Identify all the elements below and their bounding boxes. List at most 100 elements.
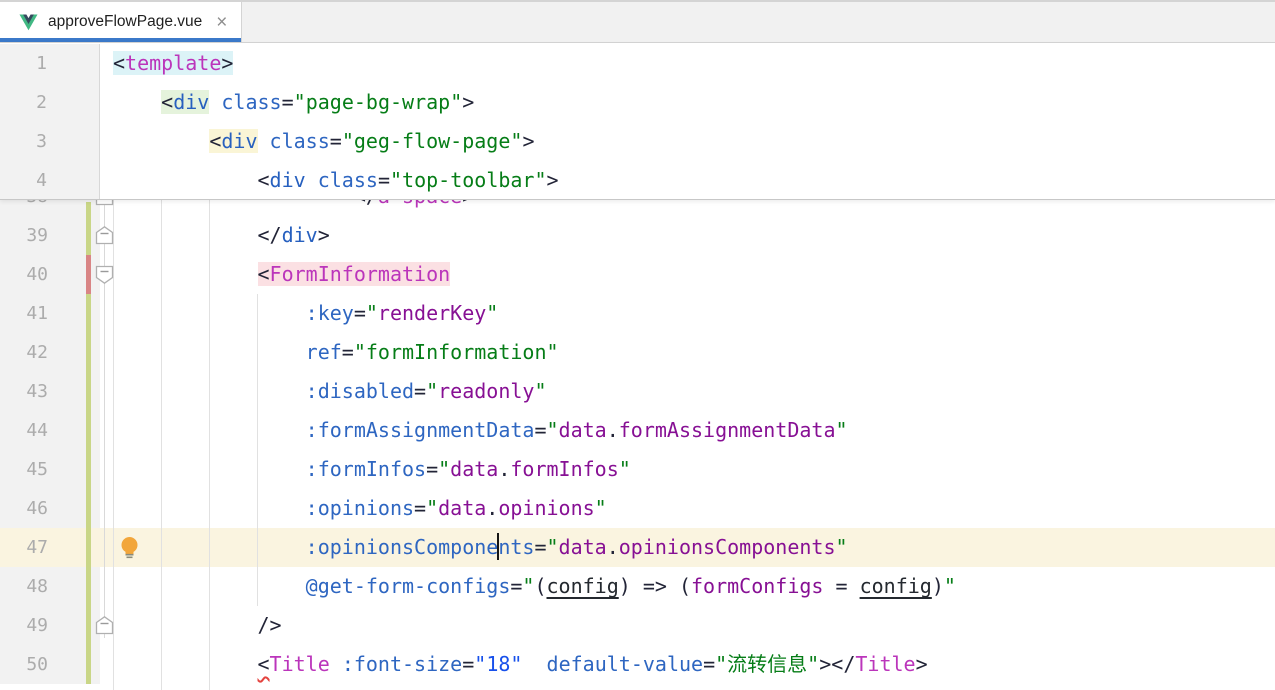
line-number[interactable]: 39	[26, 225, 48, 246]
code-token: =	[534, 535, 546, 559]
code-token: "top-toolbar"	[390, 168, 547, 192]
code-token: "	[534, 379, 546, 403]
line-number[interactable]: 49	[26, 615, 48, 636]
code-token: =	[823, 574, 859, 598]
code-text[interactable]: :key="renderKey"	[100, 294, 1275, 333]
code-token: >	[522, 129, 534, 153]
code-text[interactable]: ref="formInformation"	[100, 333, 1275, 372]
line-number[interactable]: 2	[36, 92, 47, 113]
sticky-lines-panel: 1<template>2 <div class="page-bg-wrap">3…	[0, 43, 1275, 200]
code-token: <	[258, 262, 270, 286]
code-token: :formInfos	[306, 457, 426, 481]
code-line-50: 50 <Title :font-size="18" default-value=…	[0, 645, 1275, 684]
code-token: >	[462, 90, 474, 114]
code-token	[113, 262, 258, 286]
code-token: :opinionsCompone	[306, 535, 499, 559]
code-token: @get-form-configs	[306, 574, 511, 598]
code-token: <	[113, 51, 125, 75]
editor-area[interactable]: 38 </a-space>39 </div>40 <FormInformatio…	[0, 43, 1275, 690]
line-number[interactable]: 4	[36, 170, 47, 191]
code-token: class	[270, 129, 330, 153]
vue-logo-icon	[19, 14, 38, 31]
code-text[interactable]: <template>	[100, 44, 1275, 83]
code-text[interactable]: <Title :font-size="18" default-value="流转…	[100, 645, 1275, 684]
code-line-40: 40 <FormInformation	[0, 255, 1275, 294]
code-token: .	[607, 535, 619, 559]
code-token	[258, 129, 270, 153]
code-line-48: 48 @get-form-configs="(config) => (formC…	[0, 567, 1275, 606]
code-line-3: 3 <div class="geg-flow-page">	[0, 122, 1275, 161]
code-text[interactable]: </div>	[100, 216, 1275, 255]
code-text[interactable]: :opinions="data.opinions"	[100, 489, 1275, 528]
code-token: >	[819, 652, 831, 676]
line-number[interactable]: 40	[26, 264, 48, 285]
code-text[interactable]: <div class="geg-flow-page">	[100, 122, 1275, 161]
code-text[interactable]: <FormInformation	[100, 255, 1275, 294]
code-token: "	[836, 418, 848, 442]
fold-marker-start-icon[interactable]	[94, 264, 115, 289]
indent-guide	[209, 200, 210, 690]
code-token: :disabled	[306, 379, 414, 403]
line-number[interactable]: 1	[36, 53, 47, 74]
code-token: =	[462, 652, 474, 676]
code-line-2: 2 <div class="page-bg-wrap">	[0, 83, 1275, 122]
gutter-cell: 40	[0, 255, 100, 294]
tab-close-icon[interactable]: ×	[216, 13, 227, 32]
gutter-cell: 1	[0, 44, 100, 83]
code-token	[209, 90, 221, 114]
code-token: <	[161, 90, 173, 114]
editor-tab-approveflowpage[interactable]: approveFlowPage.vue ×	[0, 2, 242, 42]
active-tab-indicator	[0, 38, 241, 42]
vcs-change-strip[interactable]	[86, 202, 91, 684]
code-token: =	[378, 168, 390, 192]
code-token: =	[354, 301, 366, 325]
code-text[interactable]: :disabled="readonly"	[100, 372, 1275, 411]
editor-tab-bar: approveFlowPage.vue ×	[0, 0, 1275, 43]
code-text[interactable]: :opinionsComponents="data.opinionsCompon…	[100, 528, 1275, 567]
code-token	[113, 223, 258, 247]
gutter-cell: 48	[0, 567, 100, 606]
code-token: >	[318, 223, 330, 247]
code-token: Title	[855, 652, 915, 676]
line-number[interactable]: 42	[26, 342, 48, 363]
code-token: "	[546, 418, 558, 442]
code-token: class	[221, 90, 281, 114]
gutter-cell: 2	[0, 83, 100, 122]
line-number[interactable]: 44	[26, 420, 48, 441]
code-token: div	[221, 129, 257, 153]
vcs-changed-segment[interactable]	[86, 255, 91, 294]
code-text[interactable]: />	[100, 606, 1275, 645]
gutter-cell: 43	[0, 372, 100, 411]
line-number[interactable]: 46	[26, 498, 48, 519]
gutter-cell: 3	[0, 122, 100, 161]
line-number[interactable]: 48	[26, 576, 48, 597]
line-number[interactable]: 43	[26, 381, 48, 402]
code-token: renderKey	[378, 301, 486, 325]
code-token: div	[282, 223, 318, 247]
code-token: "page-bg-wrap"	[294, 90, 463, 114]
code-text[interactable]: :formAssignmentData="data.formAssignment…	[100, 411, 1275, 450]
line-number[interactable]: 50	[26, 654, 48, 675]
code-token: ) => (	[619, 574, 691, 598]
fold-marker-end-icon[interactable]	[94, 615, 115, 640]
line-number[interactable]: 3	[36, 131, 47, 152]
code-token: <	[209, 129, 221, 153]
code-token	[113, 129, 209, 153]
gutter-cell: 45	[0, 450, 100, 489]
code-token: "	[619, 457, 631, 481]
code-text[interactable]: :formInfos="data.formInfos"	[100, 450, 1275, 489]
code-token: :key	[306, 301, 354, 325]
code-text[interactable]: <div class="page-bg-wrap">	[100, 83, 1275, 122]
code-text[interactable]: @get-form-configs="(config) => (formConf…	[100, 567, 1275, 606]
intention-bulb-icon[interactable]	[120, 536, 139, 563]
fold-marker-end-icon[interactable]	[94, 225, 115, 250]
line-number[interactable]: 47	[26, 537, 48, 558]
code-text[interactable]: <div class="top-toolbar">	[100, 161, 1275, 200]
code-token: =	[703, 652, 715, 676]
code-token: >	[547, 168, 559, 192]
line-number[interactable]: 41	[26, 303, 48, 324]
line-number[interactable]: 45	[26, 459, 48, 480]
code-line-42: 42 ref="formInformation"	[0, 333, 1275, 372]
code-line-46: 46 :opinions="data.opinions"	[0, 489, 1275, 528]
code-token: formAssignmentData	[619, 418, 836, 442]
